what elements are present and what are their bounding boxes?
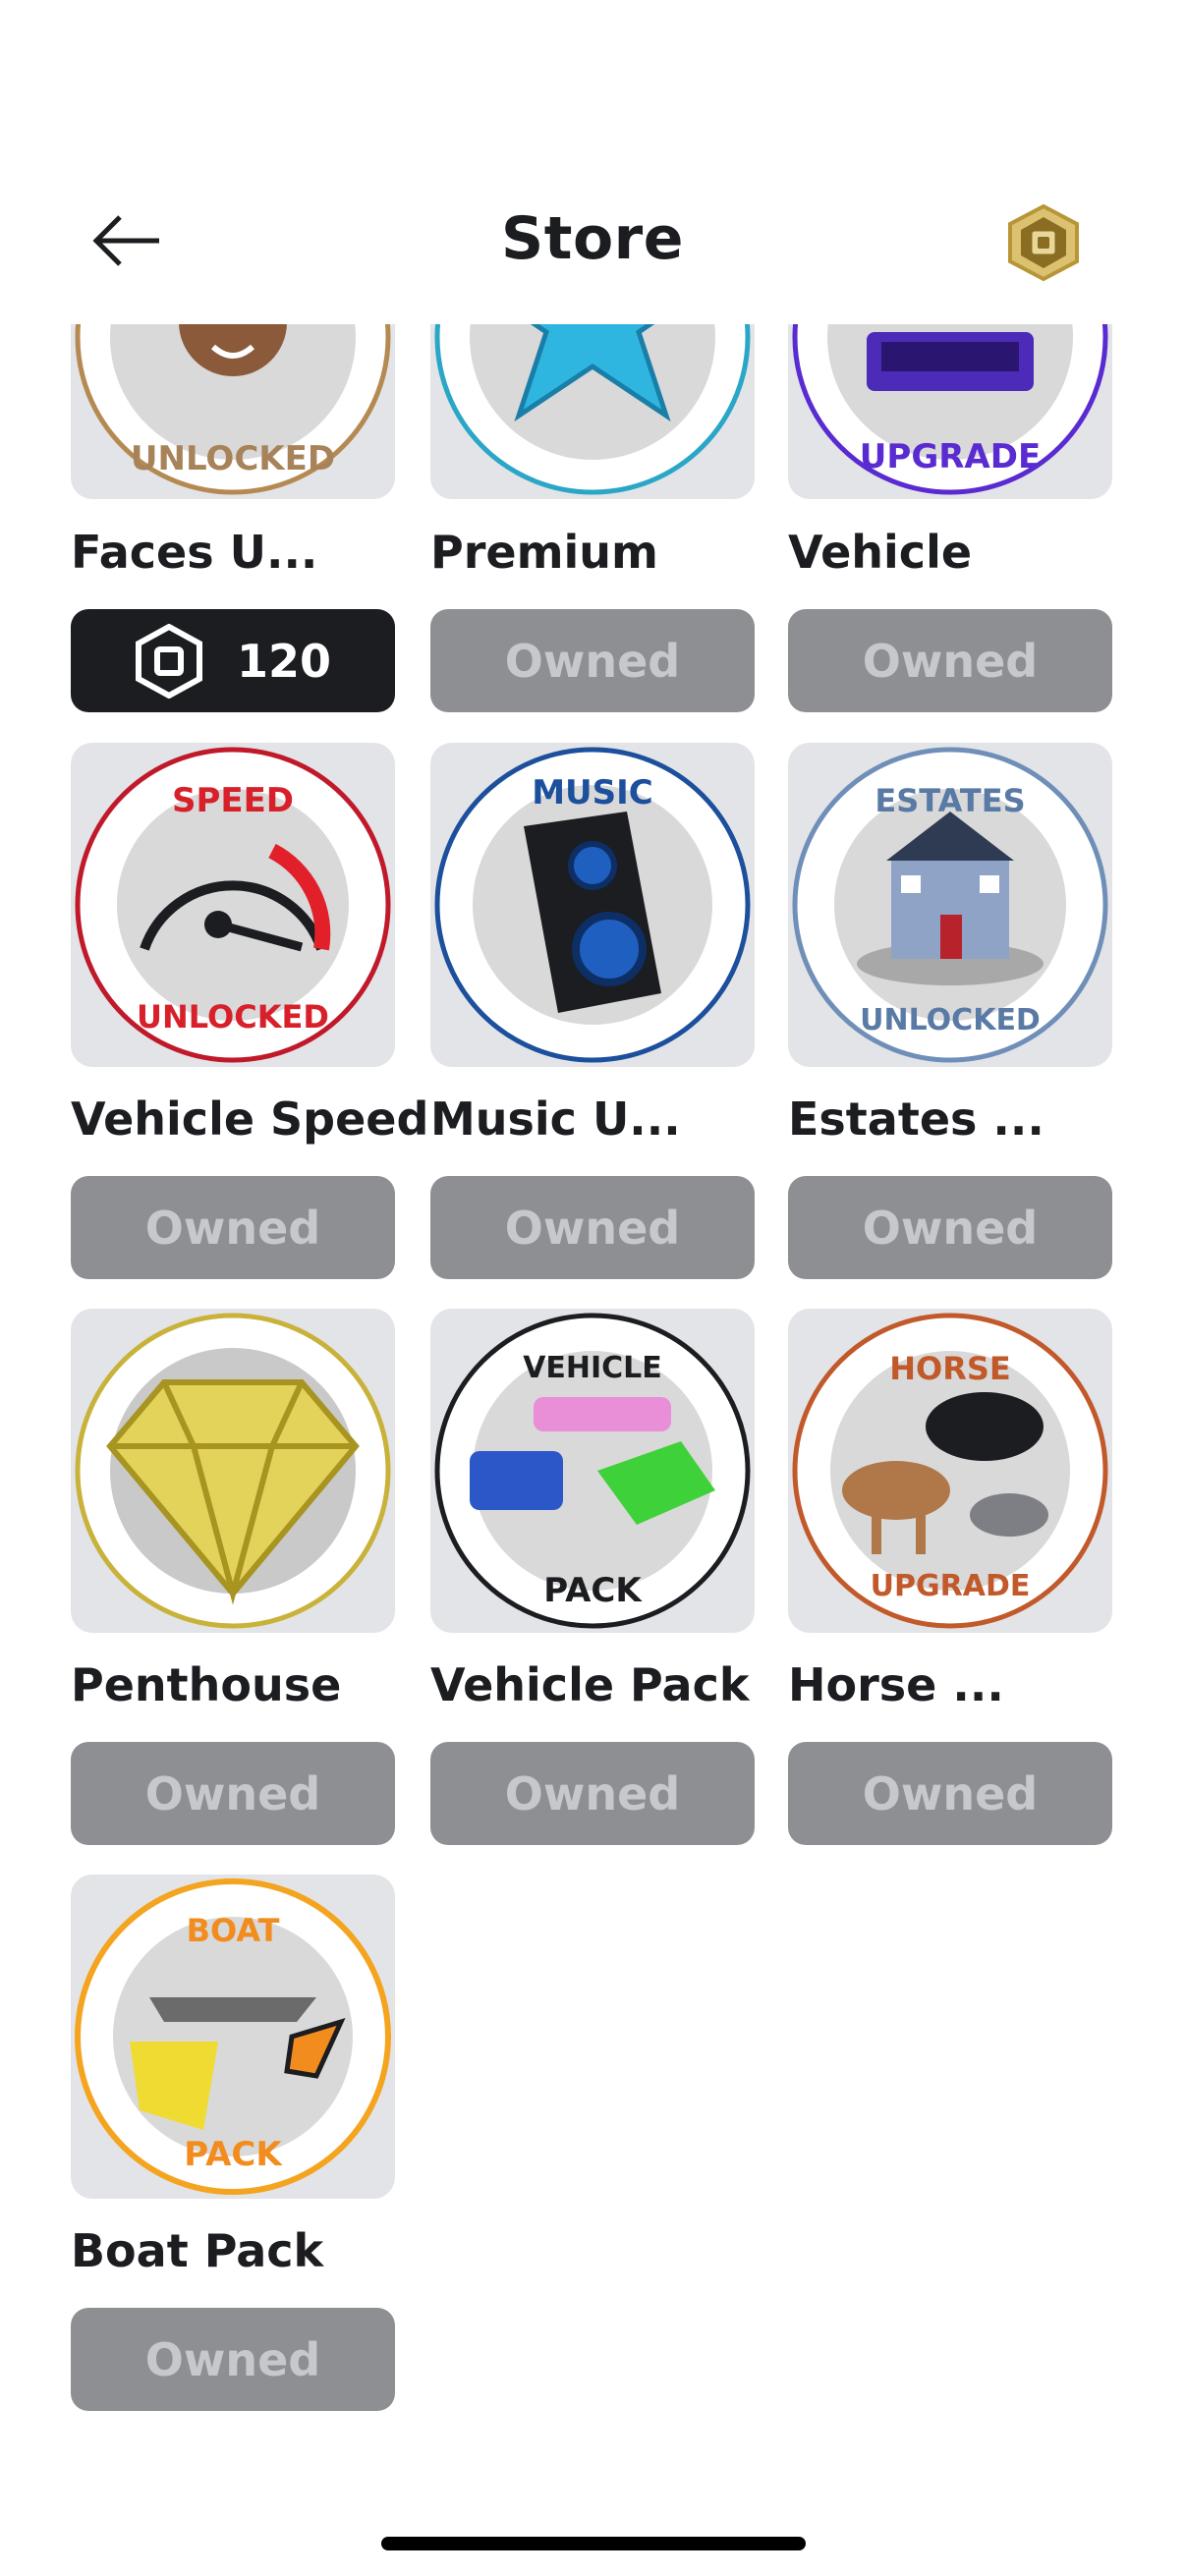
badge-top-text: BOAT	[187, 1912, 280, 1949]
store-header: Store	[0, 0, 1185, 324]
badge-top-text: MUSIC	[532, 773, 653, 812]
item-name: Vehicle	[788, 526, 973, 579]
badge-bottom-text: UNLOCKED	[860, 1003, 1041, 1037]
owned-button[interactable]: Owned	[430, 1176, 755, 1279]
badge-top-text: ESTATES	[875, 782, 1025, 819]
badge-bottom-text: UPGRADE	[871, 1569, 1031, 1603]
item-name: Estates ...	[788, 1092, 1044, 1146]
owned-button[interactable]: Owned	[788, 1742, 1112, 1845]
owned-button[interactable]: Owned	[430, 1742, 755, 1845]
badge-top-text: HORSE	[889, 1350, 1011, 1387]
home-indicator[interactable]	[381, 2537, 806, 2550]
robux-icon[interactable]	[1006, 203, 1081, 282]
item-name: Horse ...	[788, 1658, 1004, 1711]
owned-button[interactable]: Owned	[71, 1742, 395, 1845]
item-thumbnail[interactable]: HORSE UPGRADE	[788, 1309, 1112, 1633]
badge-bottom-text: PACK	[184, 2135, 283, 2174]
badge-text: UNLOCKED	[131, 439, 335, 478]
owned-button[interactable]: Owned	[71, 2308, 395, 2411]
owned-button[interactable]: Owned	[788, 609, 1112, 712]
price-label: 120	[236, 634, 332, 688]
item-thumbnail[interactable]: VEHICLE PACK	[430, 1309, 755, 1633]
badge-bottom-text: PACK	[543, 1571, 643, 1610]
item-thumbnail[interactable]: ESTATES UNLOCKED	[788, 743, 1112, 1067]
badge-text: UPGRADE	[860, 437, 1041, 476]
badge-top-text: SPEED	[172, 781, 294, 820]
item-name: Faces U...	[71, 526, 318, 579]
item-name: Boat Pack	[71, 2224, 324, 2277]
robux-icon	[135, 623, 202, 699]
badge-top-text: VEHICLE	[523, 1351, 662, 1385]
item-thumbnail[interactable]: MUSIC	[430, 743, 755, 1067]
owned-button[interactable]: Owned	[71, 1176, 395, 1279]
item-name: Premium	[430, 526, 658, 579]
buy-button[interactable]: 120	[71, 609, 395, 712]
item-name: Vehicle Pack	[430, 1658, 750, 1711]
item-thumbnail[interactable]: BOAT PACK	[71, 1875, 395, 2199]
item-name: Penthouse	[71, 1658, 342, 1711]
store-grid: UNLOCKED Faces U... 120 Premium Owned UP…	[0, 0, 1185, 2576]
owned-button[interactable]: Owned	[788, 1176, 1112, 1279]
item-name: Music U...	[430, 1092, 681, 1146]
badge-bottom-text: UNLOCKED	[137, 998, 329, 1036]
item-thumbnail[interactable]: SPEED UNLOCKED	[71, 743, 395, 1067]
owned-button[interactable]: Owned	[430, 609, 755, 712]
item-thumbnail[interactable]	[71, 1309, 395, 1633]
item-name: Vehicle Speed	[71, 1092, 429, 1146]
